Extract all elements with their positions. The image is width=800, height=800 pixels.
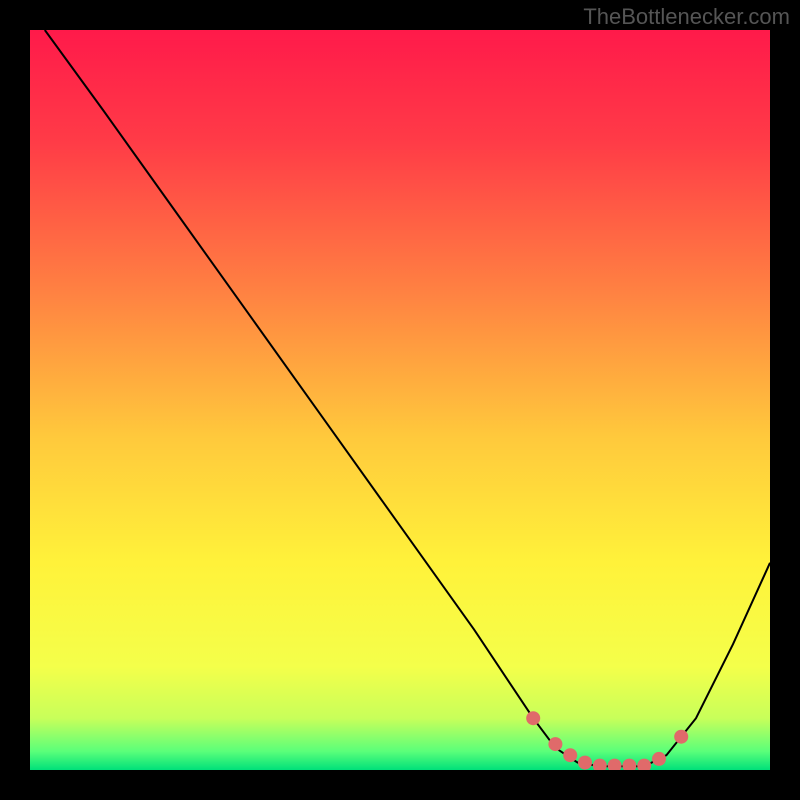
chart-svg xyxy=(30,30,770,770)
gradient-background xyxy=(30,30,770,770)
highlight-dot xyxy=(674,730,688,744)
highlight-dot xyxy=(578,756,592,770)
plot-area xyxy=(30,30,770,770)
highlight-dot xyxy=(652,752,666,766)
chart-container: TheBottlenecker.com xyxy=(0,0,800,800)
watermark-text: TheBottlenecker.com xyxy=(583,4,790,30)
highlight-dot xyxy=(548,737,562,751)
highlight-dot xyxy=(563,748,577,762)
highlight-dot xyxy=(526,711,540,725)
